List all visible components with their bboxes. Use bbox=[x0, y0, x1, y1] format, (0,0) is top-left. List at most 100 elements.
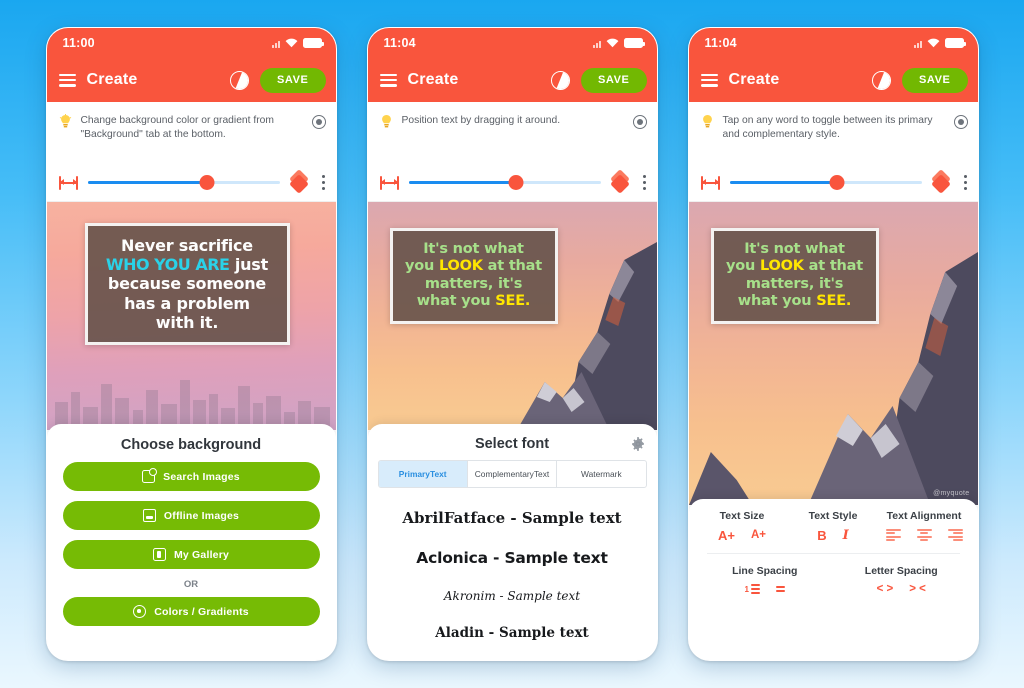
close-circle-icon[interactable] bbox=[953, 115, 968, 129]
save-button[interactable]: SAVE bbox=[259, 67, 326, 93]
quote-line: because someone bbox=[107, 274, 267, 294]
list-item[interactable]: AbrilFatface - Sample text bbox=[374, 498, 651, 538]
wifi-icon bbox=[927, 38, 939, 48]
layers-icon[interactable] bbox=[609, 169, 630, 194]
width-adjust-icon[interactable] bbox=[58, 175, 78, 190]
phone-screen: 11:04 Create SAVE bbox=[367, 28, 657, 660]
page-title: Create bbox=[728, 71, 780, 88]
more-vertical-icon[interactable] bbox=[639, 173, 647, 191]
letter-spacing-group: Letter Spacing < > > < bbox=[833, 565, 970, 596]
increase-letter-spacing-icon[interactable]: < > bbox=[877, 583, 894, 596]
hamburger-menu-icon[interactable] bbox=[379, 73, 397, 87]
align-left-icon[interactable] bbox=[885, 529, 901, 541]
more-vertical-icon[interactable] bbox=[318, 173, 326, 191]
bold-icon[interactable]: B bbox=[817, 529, 826, 542]
decrease-line-spacing-icon[interactable] bbox=[775, 586, 785, 592]
tool-label: Text Alignment bbox=[886, 510, 962, 522]
increase-text-size-icon[interactable]: A+ bbox=[718, 529, 735, 542]
gear-icon[interactable] bbox=[631, 437, 645, 451]
tab-watermark[interactable]: Watermark bbox=[557, 461, 645, 487]
sheet-title: Select font bbox=[474, 436, 550, 452]
slider-fill bbox=[87, 181, 207, 184]
app-bar: Create SAVE bbox=[46, 58, 336, 102]
tool-icons: 1 bbox=[745, 584, 785, 594]
offline-images-button[interactable]: Offline Images bbox=[62, 501, 320, 530]
decrease-text-size-icon[interactable]: A+ bbox=[751, 529, 766, 542]
contrast-icon[interactable] bbox=[229, 70, 249, 90]
button-label: Colors / Gradients bbox=[154, 605, 249, 618]
italic-icon[interactable]: I bbox=[843, 529, 849, 542]
text-tools: Text Size A+ A+ Text Style B I Text Alig… bbox=[689, 499, 978, 596]
list-item[interactable]: Aladin - Sample text bbox=[374, 614, 651, 652]
decrease-letter-spacing-icon[interactable]: > < bbox=[909, 583, 926, 596]
quote-line: It's not what bbox=[744, 241, 845, 257]
layers-icon[interactable] bbox=[288, 169, 309, 194]
button-label: Search Images bbox=[163, 470, 240, 483]
align-center-icon[interactable] bbox=[916, 529, 932, 541]
tool-label: Text Size bbox=[719, 510, 765, 522]
tab-primary-text[interactable]: PrimaryText bbox=[378, 461, 468, 487]
quote-line: what you SEE. bbox=[737, 293, 852, 310]
or-divider-label: OR bbox=[183, 579, 199, 590]
tool-label: Line Spacing bbox=[732, 565, 798, 577]
width-slider[interactable] bbox=[87, 174, 280, 192]
tool-label: Text Style bbox=[808, 510, 858, 522]
save-button[interactable]: SAVE bbox=[901, 67, 968, 93]
slider-thumb[interactable] bbox=[829, 175, 845, 190]
contrast-icon[interactable] bbox=[550, 70, 570, 90]
quote-line: WHO YOU ARE just bbox=[105, 255, 269, 275]
text-size-group: Text Size A+ A+ bbox=[697, 510, 788, 542]
width-adjust-icon[interactable] bbox=[700, 175, 720, 190]
phone-select-font: 11:04 Create SAVE Position text by dragg… bbox=[366, 27, 658, 661]
palette-icon bbox=[133, 605, 147, 618]
button-label: My Gallery bbox=[173, 548, 230, 561]
quote-card[interactable]: It's not what you LOOK at that matters, … bbox=[710, 228, 879, 324]
quote-canvas[interactable]: Never sacrifice WHO YOU ARE just because… bbox=[46, 202, 336, 430]
tool-label: Letter Spacing bbox=[864, 565, 938, 577]
hamburger-menu-icon[interactable] bbox=[58, 73, 76, 87]
save-button[interactable]: SAVE bbox=[580, 67, 647, 93]
text-tools-row-1: Text Size A+ A+ Text Style B I Text Alig… bbox=[697, 510, 970, 542]
quote-card[interactable]: It's not what you LOOK at that matters, … bbox=[389, 228, 558, 324]
width-slider[interactable] bbox=[408, 174, 601, 192]
close-circle-icon[interactable] bbox=[311, 115, 326, 129]
quote-card[interactable]: Never sacrifice WHO YOU ARE just because… bbox=[84, 223, 290, 345]
list-item[interactable]: Aclonica - Sample text bbox=[374, 538, 651, 578]
contrast-icon[interactable] bbox=[871, 70, 891, 90]
phone-mockup-stage: 11:00 Create SAVE Change background colo… bbox=[0, 0, 1024, 688]
align-right-icon[interactable] bbox=[947, 529, 963, 541]
tool-icons: < > > < bbox=[877, 583, 926, 596]
hamburger-menu-icon[interactable] bbox=[700, 73, 718, 87]
text-tools-row-2: Line Spacing 1 Letter Spacing < > > < bbox=[697, 554, 970, 596]
more-vertical-icon[interactable] bbox=[960, 173, 968, 191]
tip-text: Tap on any word to toggle between its pr… bbox=[722, 115, 933, 140]
status-icons bbox=[592, 38, 645, 48]
battery-icon bbox=[302, 38, 324, 48]
width-slider[interactable] bbox=[729, 174, 922, 192]
tip-text: Change background color or gradient from… bbox=[80, 115, 274, 140]
tab-complementary-text[interactable]: ComplementaryText bbox=[468, 461, 558, 487]
quote-canvas[interactable]: It's not what you LOOK at that matters, … bbox=[688, 202, 978, 505]
sheet-header: Select font bbox=[368, 424, 657, 460]
search-images-icon bbox=[142, 468, 158, 483]
list-item[interactable]: Akronim - Sample text bbox=[374, 578, 651, 614]
status-icons bbox=[913, 38, 966, 48]
phone-background: 11:00 Create SAVE Change background colo… bbox=[45, 27, 337, 661]
slider-thumb[interactable] bbox=[508, 175, 524, 190]
my-gallery-button[interactable]: My Gallery bbox=[62, 540, 320, 569]
text-tools-sheet: Text Size A+ A+ Text Style B I Text Alig… bbox=[688, 499, 978, 660]
quote-line: you LOOK at that bbox=[726, 258, 863, 275]
canvas-toolbar bbox=[46, 164, 336, 202]
wifi-icon bbox=[285, 38, 297, 48]
increase-line-spacing-icon[interactable]: 1 bbox=[745, 584, 760, 594]
highlighted-word: LOOK bbox=[439, 258, 483, 275]
status-bar: 11:04 bbox=[688, 28, 978, 58]
canvas-toolbar bbox=[367, 164, 657, 202]
colors-gradients-button[interactable]: Colors / Gradients bbox=[62, 597, 320, 626]
layers-icon[interactable] bbox=[930, 169, 951, 194]
close-circle-icon[interactable] bbox=[632, 115, 647, 129]
slider-thumb[interactable] bbox=[199, 175, 215, 190]
quote-canvas[interactable]: It's not what you LOOK at that matters, … bbox=[367, 202, 657, 430]
search-images-button[interactable]: Search Images bbox=[62, 462, 320, 491]
width-adjust-icon[interactable] bbox=[379, 175, 399, 190]
